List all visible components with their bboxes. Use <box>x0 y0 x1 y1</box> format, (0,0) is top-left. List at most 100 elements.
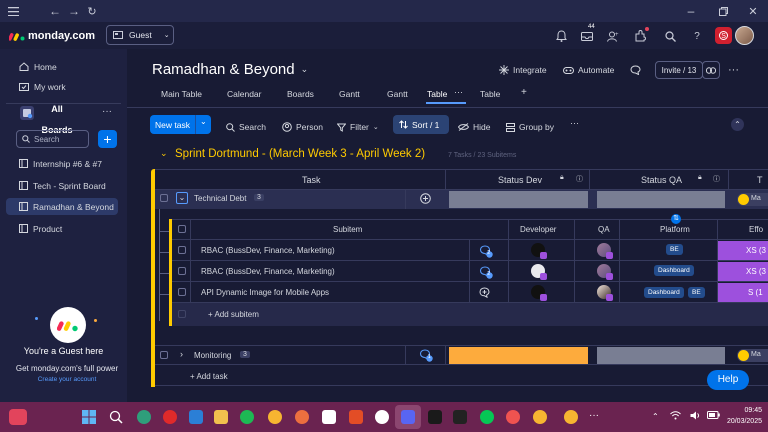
brave-icon[interactable] <box>349 410 363 424</box>
status-dev-cell[interactable] <box>449 191 588 208</box>
spotify-icon[interactable] <box>240 410 254 424</box>
platform-tag[interactable]: BE <box>666 244 683 255</box>
menu-icon[interactable] <box>6 4 20 18</box>
more-options-icon[interactable]: ··· <box>102 106 112 117</box>
expand-subitems-icon[interactable]: ⌄ <box>176 192 188 204</box>
add-board-button[interactable]: + <box>98 130 117 148</box>
chrome-icon[interactable] <box>533 410 547 424</box>
close-icon[interactable]: ✕ <box>746 4 760 18</box>
clock-time[interactable]: 09:45 <box>722 407 762 414</box>
platform-tag[interactable]: BE <box>688 287 705 298</box>
search-button[interactable]: Search <box>226 119 266 135</box>
app-icon[interactable] <box>453 410 467 424</box>
monday-logo[interactable]: monday.com <box>9 30 95 42</box>
sidebar-item-product[interactable]: Product <box>6 220 118 237</box>
tab-gantt[interactable]: Gantt <box>339 89 360 99</box>
subitem-name[interactable]: RBAC (BussDev, Finance, Marketing) <box>201 246 335 255</box>
effort-cell[interactable]: XS (3 <box>718 262 768 281</box>
tray-chevron-icon[interactable]: ⌃ <box>652 412 659 421</box>
subitems-select-all[interactable] <box>178 225 186 233</box>
platform-tag[interactable]: Dashboard <box>644 287 684 298</box>
item-name[interactable]: Technical Debt <box>194 194 246 203</box>
notion-icon[interactable] <box>322 410 336 424</box>
add-view-icon[interactable]: + <box>521 87 527 98</box>
new-task-button[interactable]: New task ⌄ <box>150 115 211 134</box>
help-button[interactable]: Help <box>707 370 749 390</box>
app-icon[interactable] <box>375 410 389 424</box>
comments-icon[interactable] <box>630 65 641 75</box>
terminal-icon[interactable] <box>428 410 442 424</box>
row-checkbox[interactable] <box>178 288 186 296</box>
row-checkbox[interactable] <box>160 351 168 359</box>
back-icon[interactable]: ← <box>48 4 62 18</box>
minimize-icon[interactable]: – <box>684 4 698 18</box>
status-dev-cell[interactable] <box>449 347 588 364</box>
filter-button[interactable]: Filter ⌄ <box>337 119 379 135</box>
tab-options-icon[interactable]: ··· <box>454 87 463 97</box>
col-qa[interactable]: QA <box>598 225 610 234</box>
widget-icon[interactable] <box>9 409 27 425</box>
board-more-icon[interactable]: ··· <box>728 64 739 76</box>
copy-link-button[interactable] <box>702 61 720 79</box>
col-platform[interactable]: Platform <box>660 225 690 234</box>
apps-icon[interactable] <box>633 27 649 43</box>
chevron-right-icon[interactable]: › <box>180 349 183 359</box>
notifications-icon[interactable] <box>554 29 568 43</box>
search-icon[interactable] <box>109 410 123 424</box>
account-badge-icon[interactable]: S <box>715 27 732 44</box>
chrome-icon[interactable] <box>564 410 578 424</box>
col-task[interactable]: Task <box>302 175 321 185</box>
collapse-header-icon[interactable]: ⌃ <box>731 118 744 131</box>
col-timeline[interactable]: T <box>757 175 763 185</box>
file-explorer-icon[interactable] <box>214 410 228 424</box>
restore-icon[interactable] <box>716 4 730 18</box>
subitem-name[interactable]: API Dynamic Image for Mobile Apps <box>201 288 329 297</box>
automate-button[interactable]: Automate <box>563 65 614 75</box>
tab-table-active[interactable]: Table <box>427 89 447 99</box>
invite-members-icon[interactable]: + <box>606 29 620 43</box>
col-status-dev[interactable]: Status Dev <box>498 175 542 185</box>
tab-main-table[interactable]: Main Table <box>161 89 202 99</box>
tab-boards[interactable]: Boards <box>287 89 314 99</box>
tab-calendar[interactable]: Calendar <box>227 89 262 99</box>
board-title-wrap[interactable]: Ramadhan & Beyond ⌄ <box>152 61 308 78</box>
info-icon[interactable]: ⓘ <box>713 174 720 184</box>
create-account-link[interactable]: Create your account <box>0 376 134 383</box>
sort-arrows-icon[interactable]: ⇅ <box>671 214 681 224</box>
add-subitem-button[interactable]: + Add subitem <box>208 310 259 319</box>
toolbar-more-icon[interactable]: ··· <box>570 118 579 128</box>
sidebar-item-home[interactable]: Home <box>6 58 118 75</box>
col-subitem[interactable]: Subitem <box>333 225 362 234</box>
sidebar-item-ramadhan[interactable]: Ramadhan & Beyond <box>6 198 118 215</box>
row-checkbox[interactable] <box>160 194 168 202</box>
chrome-icon[interactable] <box>268 410 282 424</box>
updates-icon[interactable]: 1 <box>419 348 433 362</box>
effort-cell[interactable]: XS (3 <box>718 241 768 260</box>
updates-icon[interactable]: 2 <box>479 265 493 279</box>
add-task-button[interactable]: + Add task <box>190 372 228 381</box>
clock-date[interactable]: 20/03/2025 <box>716 418 762 425</box>
row-checkbox[interactable] <box>178 267 186 275</box>
discord-icon[interactable] <box>401 410 415 424</box>
wifi-icon[interactable] <box>670 411 681 420</box>
reload-icon[interactable]: ↻ <box>85 4 99 18</box>
app-icon[interactable] <box>506 410 520 424</box>
add-update-icon[interactable] <box>420 193 431 204</box>
volume-icon[interactable] <box>690 411 701 420</box>
sidebar-item-tech-sprint[interactable]: Tech - Sprint Board <box>6 177 118 194</box>
status-qa-cell[interactable] <box>597 347 725 364</box>
vscode-icon[interactable] <box>189 410 203 424</box>
sort-button[interactable]: Sort / 1 <box>393 115 449 134</box>
timeline-cell[interactable]: Ma <box>737 193 768 206</box>
col-developer[interactable]: Developer <box>520 225 556 234</box>
item-name[interactable]: Monitoring <box>194 351 231 360</box>
forward-icon[interactable]: → <box>67 4 81 18</box>
status-qa-cell[interactable] <box>597 191 725 208</box>
line-icon[interactable] <box>480 410 494 424</box>
hide-button[interactable]: Hide <box>458 119 490 135</box>
sidebar-item-internship[interactable]: Internship #6 & #7 <box>6 155 118 172</box>
profile-switcher[interactable]: Guest ⌄ <box>106 25 174 45</box>
group-by-button[interactable]: Group by <box>506 119 554 135</box>
tab-gantt-2[interactable]: Gantt <box>387 89 408 99</box>
chevron-down-icon[interactable]: ⌄ <box>160 148 168 159</box>
